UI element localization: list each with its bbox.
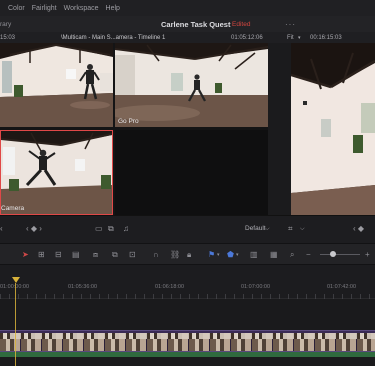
timeline-viewer-frame: [291, 43, 375, 215]
edited-status: Edited: [232, 20, 251, 28]
chevron-down-icon[interactable]: ▾: [217, 252, 220, 258]
playhead-line[interactable]: [15, 283, 16, 366]
selection-arrow-icon[interactable]: ➤: [22, 250, 29, 259]
clip-thumbnails-top: [0, 333, 375, 339]
video-audio-switch-icon[interactable]: ⧉: [108, 224, 114, 234]
menu-fairlight[interactable]: Fairlight: [32, 5, 57, 12]
ruler-timecode: 01:07:00:00: [241, 284, 271, 290]
detail-zoom-icon[interactable]: ▦: [270, 250, 278, 259]
linked-selection-icon[interactable]: ⛓: [170, 250, 180, 259]
media-library-tab[interactable]: rary: [0, 21, 11, 28]
multicam-angle-2[interactable]: Go Pro: [115, 43, 268, 127]
viewer-header: 15:03 \Multicam - Main S...amera - Timel…: [0, 32, 375, 43]
menu-workspace[interactable]: Workspace: [64, 5, 99, 12]
source-duration: 15:03: [0, 34, 16, 41]
overwrite-clip-icon[interactable]: ⧉: [112, 250, 118, 260]
record-timecode[interactable]: 00:16:15:03: [310, 35, 342, 41]
more-options-icon[interactable]: ···: [285, 20, 296, 29]
angle-2-frame: [115, 43, 268, 127]
blade-edit-icon[interactable]: ▤: [72, 250, 80, 259]
angle-3-label: Camera: [1, 205, 25, 212]
timeline-view-icon[interactable]: ▥: [250, 250, 258, 259]
timeline-tracks[interactable]: [0, 299, 375, 366]
source-clip-title: \Multicam - Main S...amera - Timeline 1: [61, 34, 166, 41]
angle-2-label: Go Pro: [118, 118, 139, 125]
position-lock-icon[interactable]: 🔒︎: [187, 250, 191, 260]
timeline-ruler[interactable]: 01:00:00:00 01:05:36:00 01:06:18:00 01:0…: [0, 265, 375, 299]
angle-3-frame: [1, 131, 112, 214]
menu-bar: Color Fairlight Workspace Help: [0, 0, 375, 16]
zoom-search-icon[interactable]: ⌕: [290, 250, 294, 260]
video-monitor-icon[interactable]: ▭: [95, 224, 103, 233]
video-clip[interactable]: [0, 330, 375, 352]
flag-icon[interactable]: ⚑: [208, 250, 215, 259]
ruler-timecode: 01:05:36:00: [68, 284, 98, 290]
snapping-icon[interactable]: ∩: [153, 250, 159, 259]
zoom-in-icon[interactable]: +: [365, 250, 370, 259]
menu-color[interactable]: Color: [8, 5, 25, 12]
menu-help[interactable]: Help: [106, 5, 120, 12]
viewer-controls: ‹ ‹ ◆ › ▭ ⧉ ♫ Default ⌵ ⌗ ⌵ ‹ ◆: [0, 215, 375, 243]
ruler-timecode: 01:07:42:00: [327, 284, 357, 290]
title-bar: rary Carlene Task Quest Edited ···: [0, 16, 375, 32]
safe-area-icon[interactable]: ⌗: [288, 224, 293, 234]
viewer-divider: [268, 43, 291, 215]
chevron-down-icon[interactable]: ▾: [236, 252, 239, 258]
chevron-down-icon[interactable]: ⌵: [300, 226, 305, 233]
zoom-out-icon[interactable]: −: [306, 250, 311, 259]
multicam-viewer: Go Pro Camera: [0, 43, 268, 215]
zoom-slider[interactable]: [320, 254, 360, 255]
chevron-left-icon[interactable]: ‹: [0, 224, 3, 233]
ruler-timecode: 01:06:18:00: [155, 284, 185, 290]
timeline-toolbar: ➤ ⊞ ⊟ ▤ ⧈ ⧉ ⊡ ∩ ⛓ 🔒︎ ⚑ ▾ ⬟ ▾ ▥ ▦ ⌕ − +: [0, 243, 375, 265]
multicam-angle-1[interactable]: [0, 43, 113, 127]
match-frame-icon[interactable]: ‹ ◆: [353, 224, 364, 233]
zoom-fit-dropdown[interactable]: Fit: [287, 35, 294, 41]
zoom-slider-handle[interactable]: [330, 251, 336, 257]
source-timecode[interactable]: 01:05:12:06: [231, 35, 263, 41]
multicam-angle-3-selected[interactable]: Camera: [0, 130, 113, 215]
replace-clip-icon[interactable]: ⊡: [129, 250, 136, 259]
angle-1-frame: [0, 43, 113, 127]
marker-icon[interactable]: ⬟: [227, 250, 234, 259]
chevron-down-icon[interactable]: ▾: [298, 35, 301, 41]
audio-note-icon[interactable]: ♫: [123, 224, 129, 233]
timeline-viewer[interactable]: [291, 43, 375, 215]
prev-angle-icon[interactable]: ‹ ◆ ›: [26, 224, 42, 233]
trim-edit-icon[interactable]: ⊞: [38, 250, 45, 259]
project-title: Carlene Task Quest: [161, 19, 231, 29]
view-preset-dropdown[interactable]: Default: [245, 225, 266, 232]
multicam-angle-4-empty[interactable]: [115, 130, 268, 215]
insert-clip-icon[interactable]: ⧈: [93, 250, 98, 260]
dynamic-trim-icon[interactable]: ⊟: [55, 250, 62, 259]
chevron-down-icon[interactable]: ⌵: [265, 226, 270, 233]
audio-clip[interactable]: [0, 352, 375, 357]
